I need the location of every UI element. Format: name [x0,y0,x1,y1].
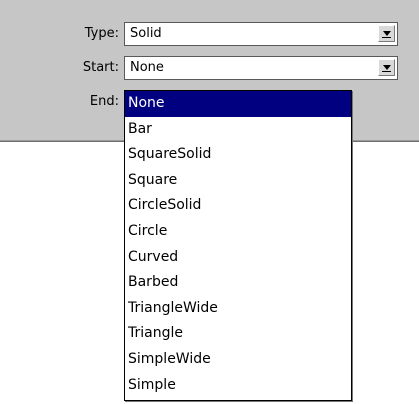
option-circlesolid[interactable]: CircleSolid [125,193,351,219]
option-squaresolid[interactable]: SquareSolid [125,142,351,168]
start-select[interactable]: None [124,56,398,80]
start-dropdown-list[interactable]: None Bar SquareSolid Square CircleSolid … [124,90,352,401]
start-dropdown-arrow-icon[interactable] [378,59,395,76]
type-label: Type: [84,26,119,41]
option-circle[interactable]: Circle [125,219,351,245]
start-select-value: None [130,60,164,75]
end-label: End: [89,94,119,109]
type-select[interactable]: Solid [124,22,398,46]
start-label: Start: [82,60,119,75]
type-dropdown-arrow-icon[interactable] [378,25,395,42]
option-simple[interactable]: Simple [125,373,351,399]
option-triangle[interactable]: Triangle [125,321,351,347]
option-square[interactable]: Square [125,168,351,194]
type-select-value: Solid [130,26,162,41]
option-none[interactable]: None [125,91,351,117]
option-barbed[interactable]: Barbed [125,270,351,296]
option-bar[interactable]: Bar [125,117,351,143]
option-curved[interactable]: Curved [125,245,351,271]
option-trianglewide[interactable]: TriangleWide [125,296,351,322]
option-simplewide[interactable]: SimpleWide [125,347,351,373]
